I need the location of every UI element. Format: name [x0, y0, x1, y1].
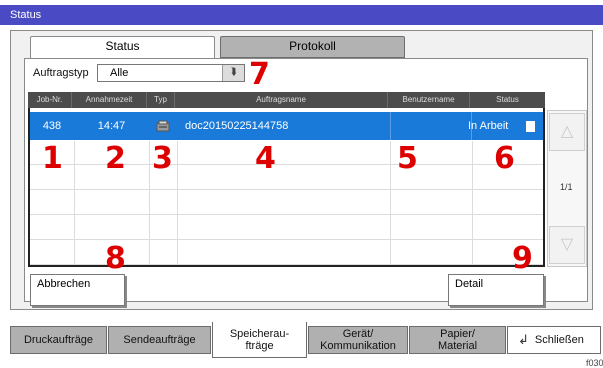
window-title: Status	[0, 5, 603, 25]
column-divider	[472, 141, 473, 265]
scroll-down-icon[interactable]: ▽	[549, 226, 585, 264]
cell-status: In Arbeit	[468, 120, 509, 132]
column-divider	[74, 141, 75, 265]
callout-8: 8	[105, 241, 126, 276]
tab-druckauftraege[interactable]: Druckaufträge	[10, 326, 107, 354]
column-header-auftragsname[interactable]: Auftragsname	[175, 92, 388, 108]
column-header-job-nr[interactable]: Job-Nr.	[28, 92, 72, 108]
tab-geraet-kommunikation[interactable]: Gerät/ Kommunikation	[308, 326, 408, 354]
status-indicator-icon	[526, 121, 535, 132]
detail-button[interactable]: Detail	[448, 274, 544, 306]
callout-1: 1	[42, 141, 63, 176]
cell-benutzername	[390, 112, 472, 140]
table-row[interactable]	[30, 190, 543, 215]
close-button-label: Schließen	[534, 334, 584, 346]
scroll-up-icon[interactable]: △	[549, 113, 585, 151]
column-header-annahmezeit[interactable]: Annahmezeit	[72, 92, 147, 108]
column-header-typ[interactable]: Typ	[147, 92, 175, 108]
table-row[interactable]	[30, 215, 543, 240]
callout-9: 9	[512, 241, 533, 276]
return-arrow-icon: ↲	[518, 332, 529, 347]
column-header-status[interactable]: Status	[470, 92, 545, 108]
tab-sendeauftraege[interactable]: Sendeaufträge	[108, 326, 211, 354]
figure-code: f030	[586, 358, 603, 368]
table-row-selected[interactable]: 438 14:47 doc20150225144758 In Arbeit	[30, 112, 543, 140]
callout-4: 4	[255, 141, 276, 176]
page-indicator: 1/1	[560, 182, 573, 192]
tab-status[interactable]: Status	[30, 36, 215, 60]
cell-auftragsname: doc20150225144758	[185, 120, 289, 132]
close-button[interactable]: ↲ Schließen	[507, 326, 601, 354]
callout-5: 5	[397, 141, 418, 176]
dropdown-arrow-icon[interactable]: ⮯	[222, 65, 244, 81]
column-divider	[177, 141, 178, 265]
callout-7: 7	[249, 57, 270, 92]
column-header-benutzername[interactable]: Benutzername	[388, 92, 470, 108]
tab-protokoll[interactable]: Protokoll	[220, 36, 405, 58]
cancel-button[interactable]: Abbrechen	[30, 274, 125, 306]
document-box-icon	[149, 112, 177, 140]
callout-6: 6	[494, 141, 515, 176]
cell-job-nr: 438	[42, 120, 62, 132]
callout-3: 3	[152, 141, 173, 176]
column-divider	[390, 141, 391, 265]
tab-papier-material[interactable]: Papier/ Material	[409, 326, 506, 354]
callout-2: 2	[105, 141, 126, 176]
column-divider	[149, 141, 150, 265]
cell-annahmezeit: 14:47	[97, 120, 126, 132]
auftragstyp-label: Auftragstyp	[33, 67, 89, 79]
tab-speicherauftraege[interactable]: Speicherau- fträge	[212, 322, 307, 358]
table-header: Job-Nr. Annahmezeit Typ Auftragsname Ben…	[28, 92, 545, 108]
